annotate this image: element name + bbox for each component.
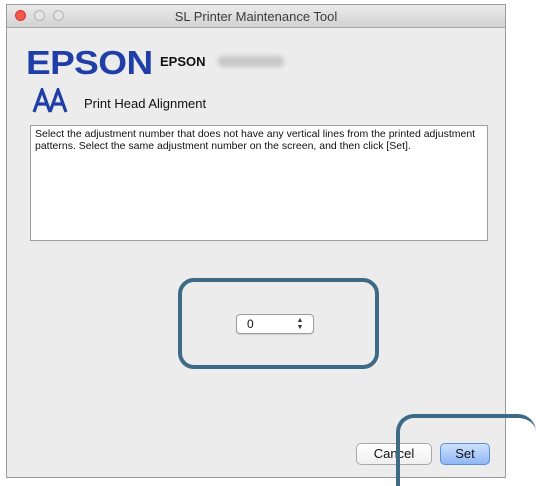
instructions-text: Select the adjustment number that does n… (30, 125, 488, 241)
section-title: Print Head Alignment (84, 96, 207, 111)
printer-model-label: EPSON (160, 54, 206, 69)
select-highlight-callout (178, 278, 379, 369)
title-bar: SL Printer Maintenance Tool (7, 5, 505, 28)
window-title: SL Printer Maintenance Tool (174, 9, 338, 24)
epson-logo: EPSON (26, 44, 153, 81)
print-head-alignment-icon (32, 88, 68, 113)
redacted-model-number (218, 56, 284, 67)
set-button-highlight-callout (396, 414, 536, 486)
